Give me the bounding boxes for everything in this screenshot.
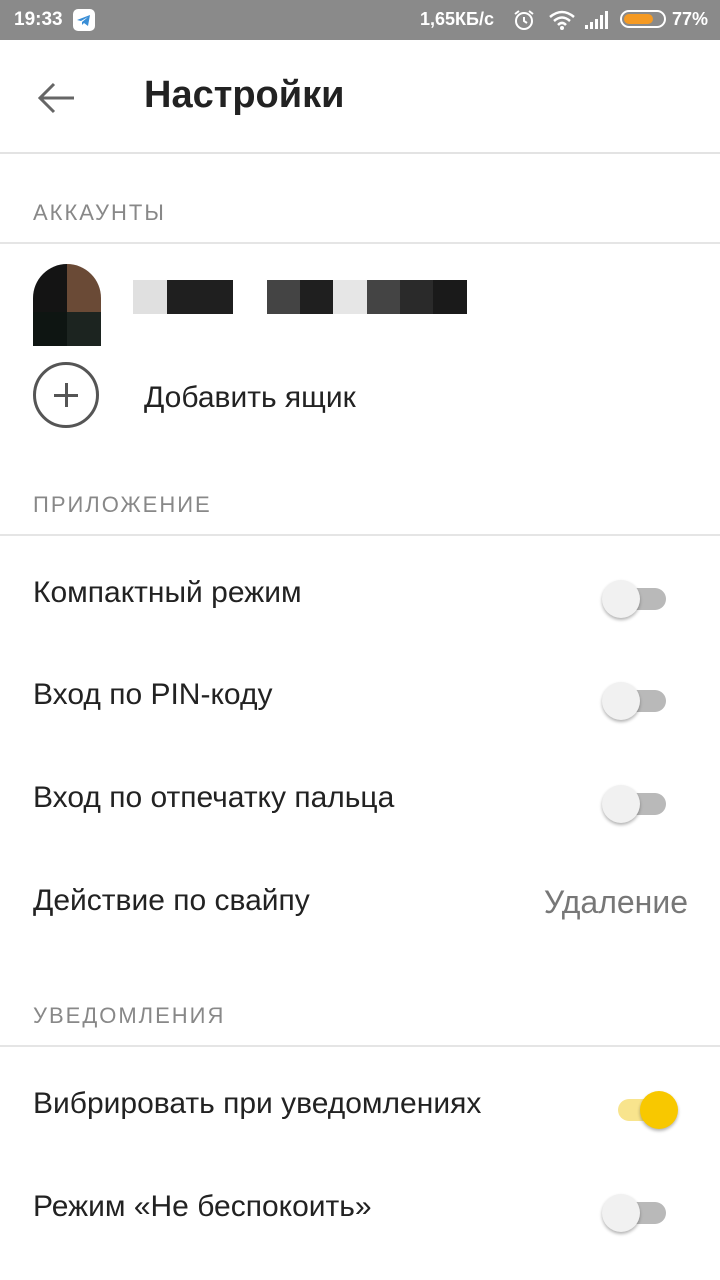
back-button[interactable] [32, 76, 80, 120]
wifi-icon [548, 10, 576, 35]
status-time: 19:33 [14, 9, 63, 30]
toggle-knob [602, 682, 640, 720]
section-header-app: ПРИЛОЖЕНИЕ [0, 476, 720, 536]
network-speed: 1,65КБ/с [420, 9, 494, 29]
status-bar: 19:33 1,65КБ/с 77% [0, 0, 720, 40]
account-email[interactable] [267, 280, 467, 314]
setting-vibrate[interactable]: Вибрировать при уведомлениях [0, 1067, 720, 1147]
dnd-toggle[interactable] [602, 1192, 668, 1232]
battery-icon [620, 10, 666, 28]
pin-login-toggle[interactable] [602, 680, 668, 720]
setting-fingerprint-login[interactable]: Вход по отпечатку пальца [0, 761, 720, 841]
setting-compact-mode[interactable]: Компактный режим [0, 556, 720, 636]
setting-label: Действие по свайпу [33, 884, 310, 917]
add-mailbox-row[interactable]: Добавить ящик [0, 360, 720, 436]
section-title: АККАУНТЫ [33, 200, 166, 225]
section-header-notifications: УВЕДОМЛЕНИЯ [0, 987, 720, 1047]
account-name[interactable] [133, 280, 233, 314]
setting-label: Режим «Не беспокоить» [33, 1190, 372, 1223]
signal-icon [584, 10, 610, 35]
setting-label: Вибрировать при уведомлениях [33, 1087, 482, 1120]
add-mailbox-label: Добавить ящик [144, 381, 356, 414]
toggle-knob [640, 1091, 678, 1129]
setting-label: Вход по PIN-коду [33, 678, 273, 711]
toggle-knob [602, 785, 640, 823]
arrow-left-icon [37, 82, 74, 114]
section-header-accounts: АККАУНТЫ [0, 184, 720, 244]
battery-fill [624, 14, 653, 24]
setting-do-not-disturb[interactable]: Режим «Не беспокоить» [0, 1170, 720, 1250]
setting-pin-login[interactable]: Вход по PIN-коду [0, 658, 720, 738]
toggle-knob [602, 580, 640, 618]
section-title: УВЕДОМЛЕНИЯ [33, 1003, 226, 1028]
toggle-knob [602, 1194, 640, 1232]
section-title: ПРИЛОЖЕНИЕ [33, 492, 212, 517]
compact-mode-toggle[interactable] [602, 578, 668, 618]
page-title: Настройки [144, 74, 345, 116]
vibrate-toggle[interactable] [602, 1089, 678, 1129]
add-circle-icon [33, 362, 99, 428]
battery-percent: 77% [672, 9, 709, 29]
setting-label: Компактный режим [33, 576, 302, 609]
setting-label: Вход по отпечатку пальца [33, 781, 395, 814]
fingerprint-login-toggle[interactable] [602, 783, 668, 823]
setting-swipe-action[interactable]: Действие по свайпу Удаление [0, 864, 720, 944]
avatar[interactable] [33, 264, 101, 346]
alarm-icon [512, 8, 536, 37]
swipe-action-value: Удаление [543, 884, 688, 920]
app-bar: Настройки [0, 40, 720, 154]
telegram-icon [73, 9, 95, 31]
